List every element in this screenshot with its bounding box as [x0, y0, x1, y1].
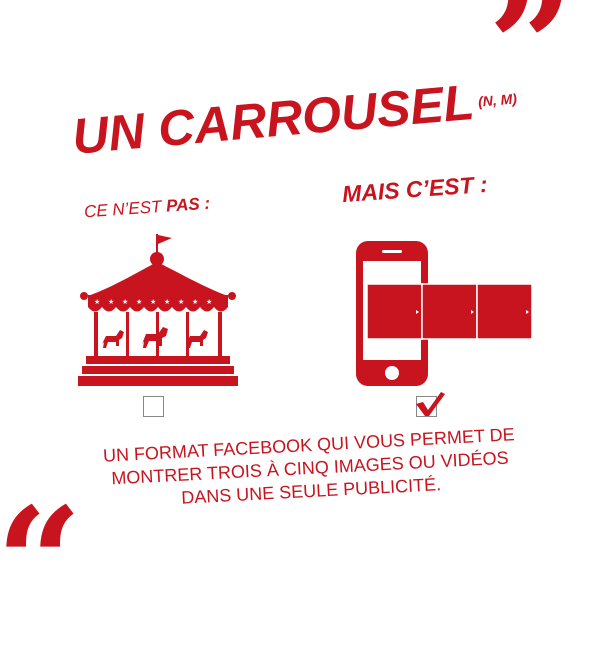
not-label-prefix: CE N’EST: [83, 196, 167, 222]
page-title: UN CARROUSEL: [70, 73, 477, 165]
svg-text:★: ★: [178, 298, 184, 306]
carousel-ride-icon: ★ ★ ★ ★ ★ ★ ★ ★ ★: [78, 234, 238, 386]
not-carousel-checkbox[interactable]: [143, 396, 164, 417]
not-label: CE N’EST PAS :: [83, 194, 210, 223]
svg-text:★: ★: [136, 298, 142, 306]
svg-text:★: ★: [164, 298, 170, 306]
title-grammar-note: (N, M): [477, 90, 518, 110]
but-it-is-label: MAIS C’EST :: [341, 170, 489, 208]
opening-quote-mark: “: [0, 475, 83, 651]
carousel-description: UN FORMAT FACEBOOK QUI VOUS PERMET DE MO…: [59, 421, 562, 516]
svg-text:★: ★: [150, 298, 156, 306]
svg-text:★: ★: [122, 298, 128, 306]
svg-text:★: ★: [206, 298, 212, 306]
svg-text:★: ★: [192, 298, 198, 306]
checkmark-icon: [416, 392, 445, 416]
not-label-emphasis: PAS :: [165, 193, 211, 216]
svg-text:★: ★: [108, 298, 114, 306]
svg-text:★: ★: [94, 298, 100, 306]
smartphone-carousel-icon: [356, 241, 533, 386]
